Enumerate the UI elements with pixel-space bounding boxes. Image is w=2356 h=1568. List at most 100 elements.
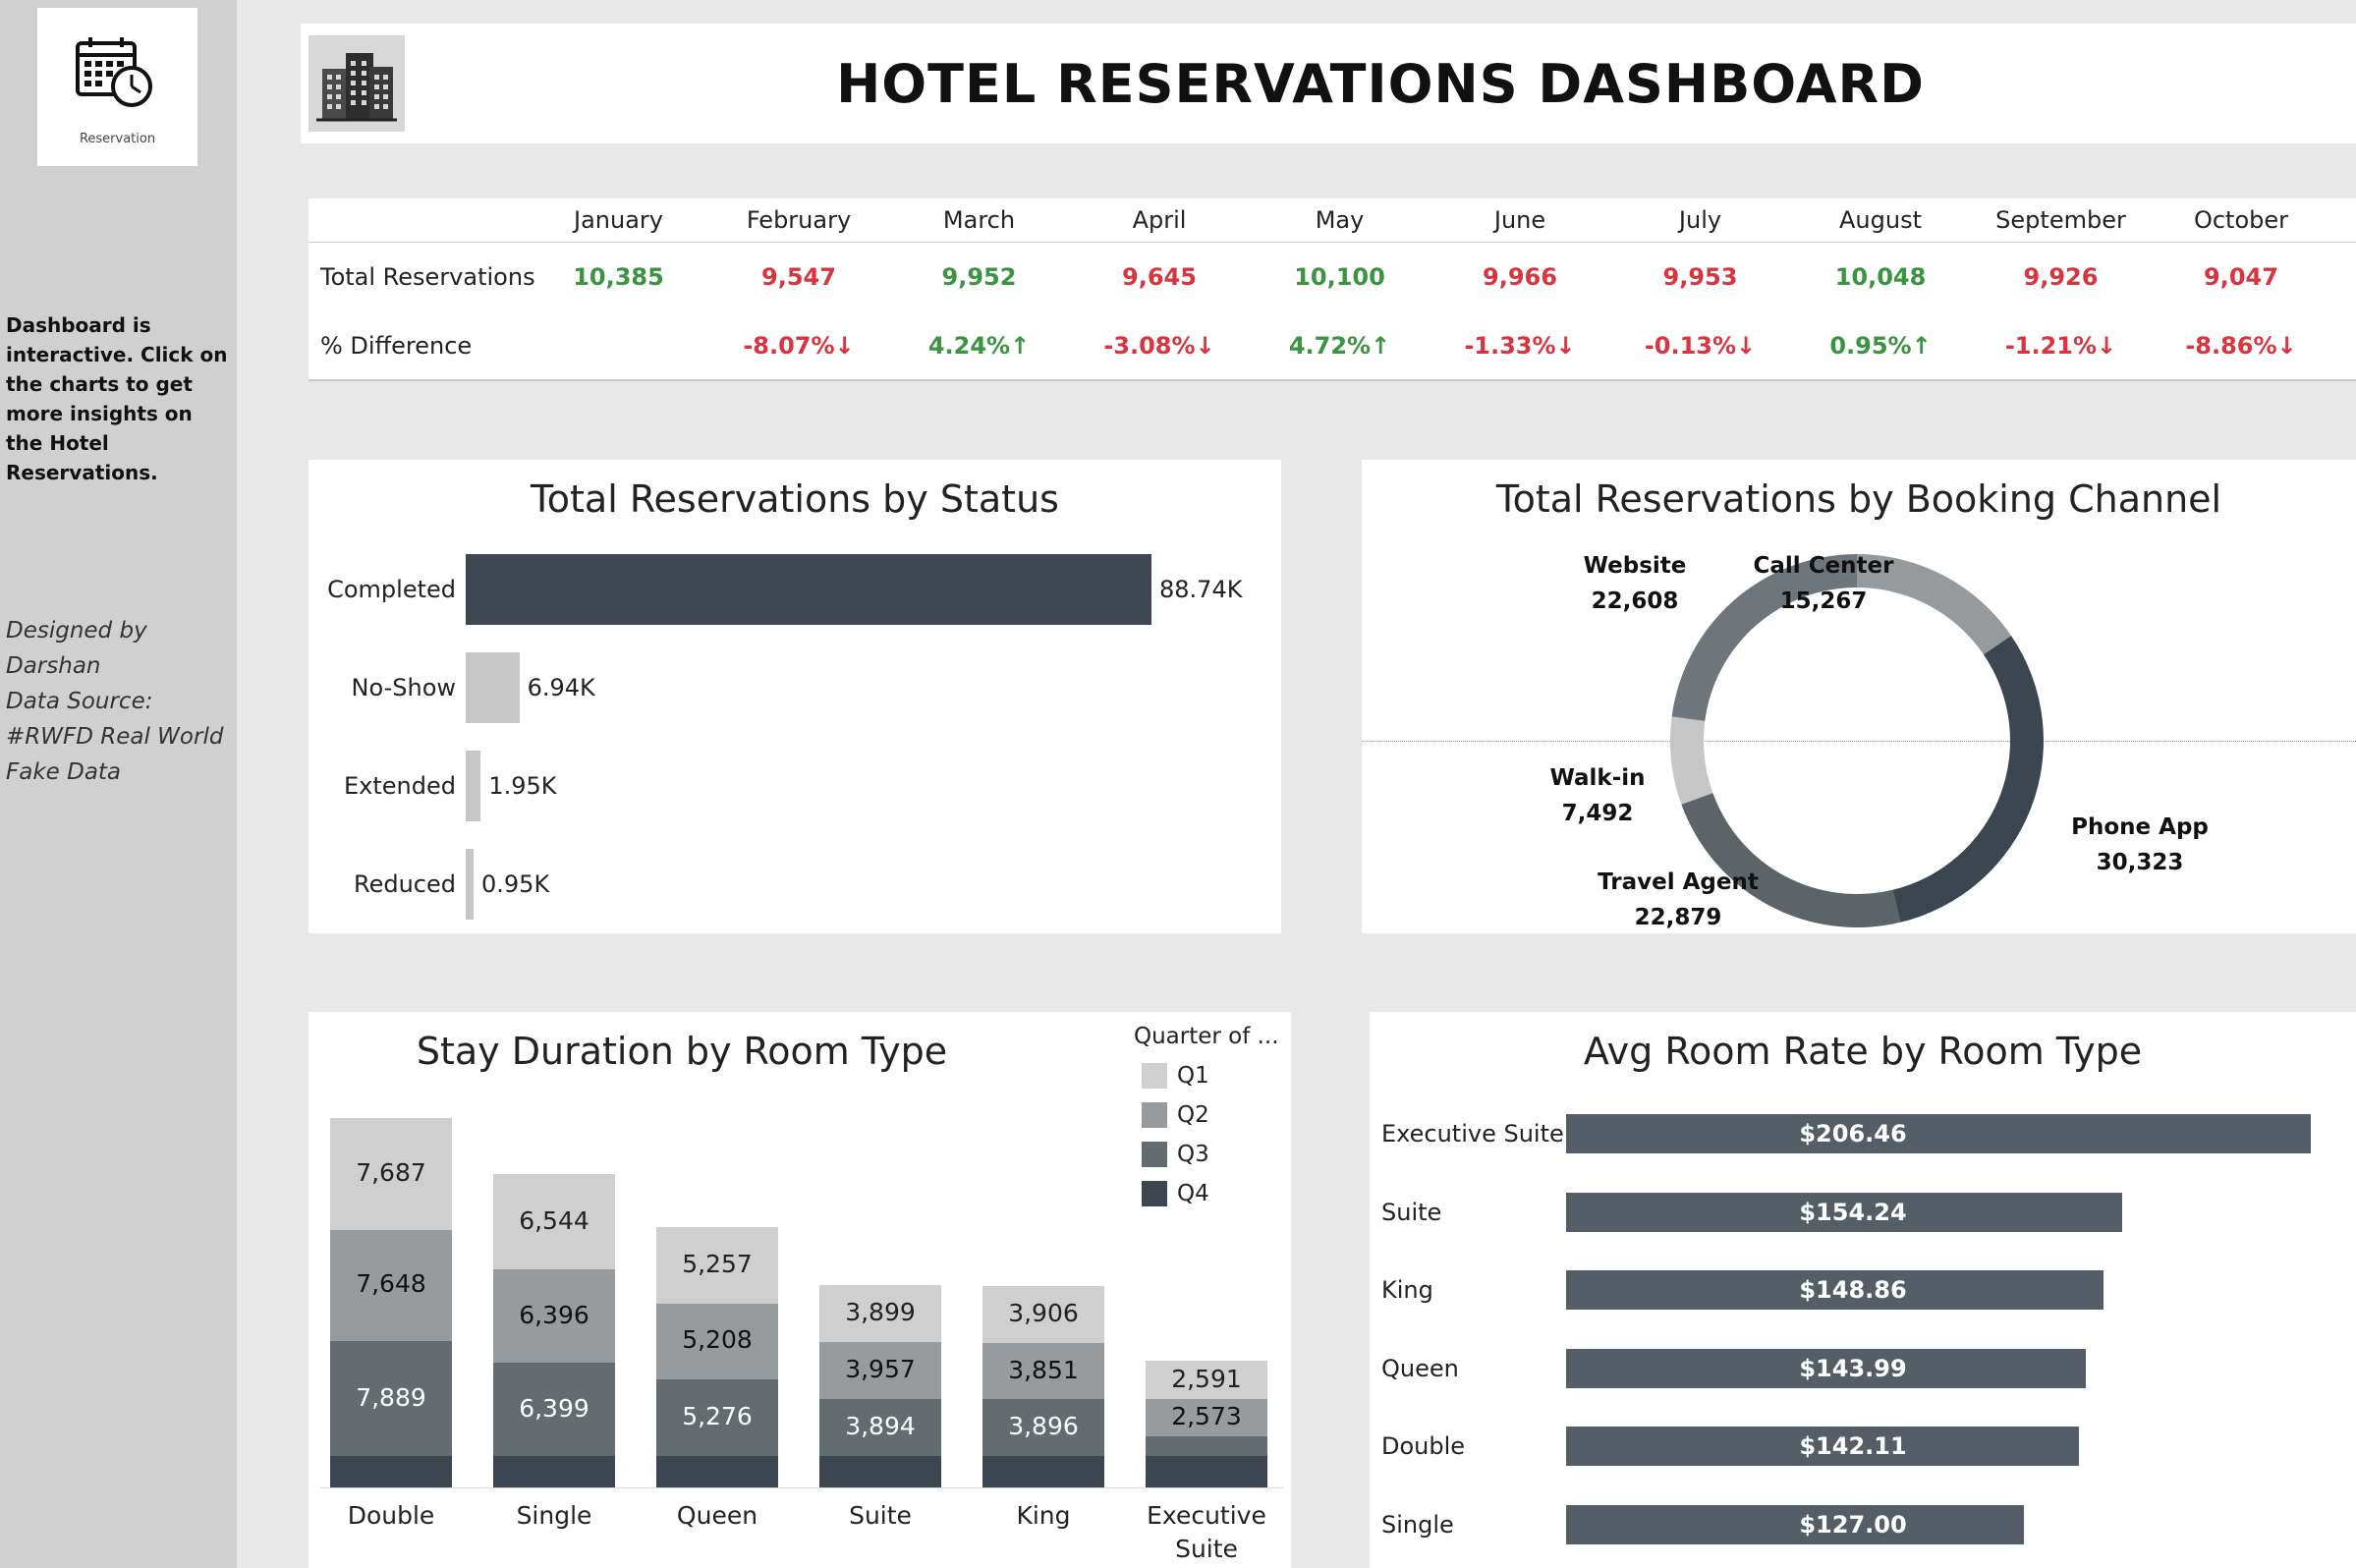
legend-swatch[interactable] bbox=[1142, 1063, 1167, 1089]
total-value[interactable]: 9,645 bbox=[1070, 263, 1250, 291]
kpi-month-header: January February March April May June July Augu… bbox=[309, 198, 2356, 243]
sidebar: Reservation Dashboard is interactive. Cl… bbox=[0, 0, 237, 1568]
rate-value-label: $154.24 bbox=[1799, 1198, 1907, 1226]
stacked-segment-q4[interactable] bbox=[493, 1456, 615, 1487]
month-header: May bbox=[1315, 206, 1365, 234]
percent-diff-value[interactable]: -1.21%↓ bbox=[1971, 332, 2151, 360]
category-label: Suite bbox=[849, 1501, 912, 1530]
legend-title: Quarter of ... bbox=[1134, 1024, 1279, 1049]
total-value[interactable]: 9,952 bbox=[889, 263, 1069, 291]
donut-label-value: 15,267 bbox=[1779, 588, 1868, 614]
total-value[interactable]: 9,047 bbox=[2152, 263, 2331, 291]
rate-value-label: $143.99 bbox=[1799, 1354, 1907, 1382]
status-bar[interactable] bbox=[466, 652, 520, 723]
header: HOTEL RESERVATIONS DASHBOARD bbox=[301, 24, 2356, 143]
donut-label-value: 22,879 bbox=[1634, 905, 1722, 930]
month-header: February bbox=[746, 206, 852, 234]
donut-label: Walk-in 7,492 bbox=[1499, 760, 1696, 831]
segment-value-label: 3,851 bbox=[1008, 1355, 1079, 1384]
channel-chart-panel[interactable]: Total Reservations by Booking Channel Ca… bbox=[1362, 460, 2356, 933]
segment-value-label: 6,399 bbox=[519, 1393, 589, 1423]
segment-value-label: 5,257 bbox=[682, 1249, 753, 1278]
row-label-total: Total Reservations bbox=[320, 263, 535, 291]
donut-slice[interactable] bbox=[1892, 636, 2044, 923]
status-bar[interactable] bbox=[466, 751, 481, 821]
credits: Designed by Darshan Data Source: #RWFD R… bbox=[6, 613, 234, 790]
donut-label: Travel Agent 22,879 bbox=[1580, 865, 1776, 935]
status-category-label: No-Show bbox=[351, 674, 457, 701]
rate-category-label: Suite bbox=[1381, 1198, 1442, 1226]
percent-diff-value[interactable]: -8.86%↓ bbox=[2152, 332, 2331, 360]
category-label: Single bbox=[516, 1501, 592, 1530]
legend-swatch[interactable] bbox=[1142, 1102, 1167, 1128]
percent-diff-value[interactable]: -0.13%↓ bbox=[1610, 332, 1790, 360]
segment-value-label: 3,906 bbox=[1008, 1299, 1079, 1328]
rate-value-label: $148.86 bbox=[1799, 1276, 1907, 1304]
segment-value-label: 5,208 bbox=[682, 1325, 753, 1355]
segment-value-label: 3,899 bbox=[845, 1297, 916, 1326]
stacked-segment-q4[interactable] bbox=[330, 1456, 452, 1487]
rate-category-label: Queen bbox=[1381, 1354, 1459, 1382]
donut-label-value: 22,608 bbox=[1591, 588, 1679, 614]
rate-value-label: $206.46 bbox=[1799, 1120, 1907, 1148]
donut-label-name: Travel Agent bbox=[1598, 869, 1759, 895]
percent-diff-value[interactable]: -1.33%↓ bbox=[1430, 332, 1610, 360]
month-header: January bbox=[574, 206, 663, 234]
total-value[interactable]: 9,547 bbox=[709, 263, 889, 291]
stay-chart-panel[interactable]: Stay Duration by Room Type Quarter of ..… bbox=[309, 1012, 1291, 1568]
donut-label-name: Website bbox=[1583, 553, 1687, 579]
credit-line: #RWFD Real World bbox=[6, 724, 224, 750]
stacked-segment-q4[interactable] bbox=[819, 1456, 941, 1487]
month-header: June bbox=[1493, 206, 1546, 234]
segment-value-label: 3,957 bbox=[845, 1354, 916, 1383]
total-value[interactable]: 9,966 bbox=[1430, 263, 1610, 291]
total-value[interactable]: 9,953 bbox=[1610, 263, 1790, 291]
total-value[interactable]: 10,385 bbox=[529, 263, 708, 291]
donut-label-value: 30,323 bbox=[2096, 850, 2184, 875]
donut-label: Website 22,608 bbox=[1537, 548, 1733, 619]
legend-swatch[interactable] bbox=[1142, 1142, 1167, 1167]
credit-line: Darshan bbox=[6, 653, 101, 679]
percent-diff-value[interactable]: -3.08%↓ bbox=[1070, 332, 1250, 360]
category-label: Queen bbox=[676, 1501, 758, 1530]
total-value[interactable]: 10,100 bbox=[1250, 263, 1430, 291]
percent-diff-value[interactable]: 0.95%↑ bbox=[1791, 332, 1971, 360]
status-value-label: 6.94K bbox=[527, 674, 595, 701]
total-value[interactable]: 10,048 bbox=[1791, 263, 1971, 291]
status-chart-title: Total Reservations by Status bbox=[531, 477, 1059, 521]
kpi-table[interactable]: January February March April May June July Augu… bbox=[309, 198, 2356, 381]
month-header: April bbox=[1132, 206, 1187, 234]
legend-swatch[interactable] bbox=[1142, 1181, 1167, 1206]
percent-diff-value[interactable]: -8.07%↓ bbox=[709, 332, 889, 360]
category-label: Double bbox=[347, 1501, 435, 1530]
stacked-segment-q4[interactable] bbox=[656, 1456, 778, 1487]
percent-diff-value[interactable]: 4.24%↑ bbox=[889, 332, 1069, 360]
month-header: September bbox=[1995, 206, 2126, 234]
percent-diff-value[interactable]: 4.72%↑ bbox=[1250, 332, 1430, 360]
status-value-label: 88.74K bbox=[1159, 576, 1243, 603]
month-header: March bbox=[942, 206, 1016, 234]
stacked-segment[interactable] bbox=[1146, 1436, 1267, 1456]
rate-chart-panel[interactable]: Avg Room Rate by Room Type Executive Sui… bbox=[1370, 1012, 2356, 1568]
status-bar[interactable] bbox=[466, 554, 1151, 625]
donut-label-name: Call Center bbox=[1753, 553, 1894, 579]
donut-label-name: Walk-in bbox=[1549, 765, 1646, 791]
stacked-segment-q4[interactable] bbox=[1146, 1456, 1267, 1487]
segment-value-label: 2,591 bbox=[1171, 1364, 1242, 1393]
stay-chart-title: Stay Duration by Room Type bbox=[416, 1030, 948, 1073]
legend-item-label: Q1 bbox=[1177, 1063, 1209, 1089]
segment-value-label: 2,573 bbox=[1171, 1401, 1242, 1430]
page-title: HOTEL RESERVATIONS DASHBOARD bbox=[836, 53, 1925, 115]
status-chart-panel[interactable]: Total Reservations by Status Completed 88… bbox=[309, 460, 1281, 933]
rate-value-label: $142.11 bbox=[1799, 1432, 1907, 1460]
hotel-building-icon bbox=[309, 35, 405, 132]
donut-label: Phone App 30,323 bbox=[2042, 810, 2238, 880]
interactive-note: Dashboard is interactive. Click on the c… bbox=[6, 313, 228, 484]
rate-category-label: Single bbox=[1381, 1510, 1454, 1539]
segment-value-label: 3,894 bbox=[845, 1412, 916, 1441]
stacked-segment-q4[interactable] bbox=[982, 1456, 1104, 1487]
legend-item-label: Q2 bbox=[1177, 1102, 1209, 1128]
status-bar[interactable] bbox=[466, 849, 474, 920]
total-value[interactable]: 9,926 bbox=[1971, 263, 2151, 291]
rate-value-label: $127.00 bbox=[1799, 1510, 1907, 1539]
